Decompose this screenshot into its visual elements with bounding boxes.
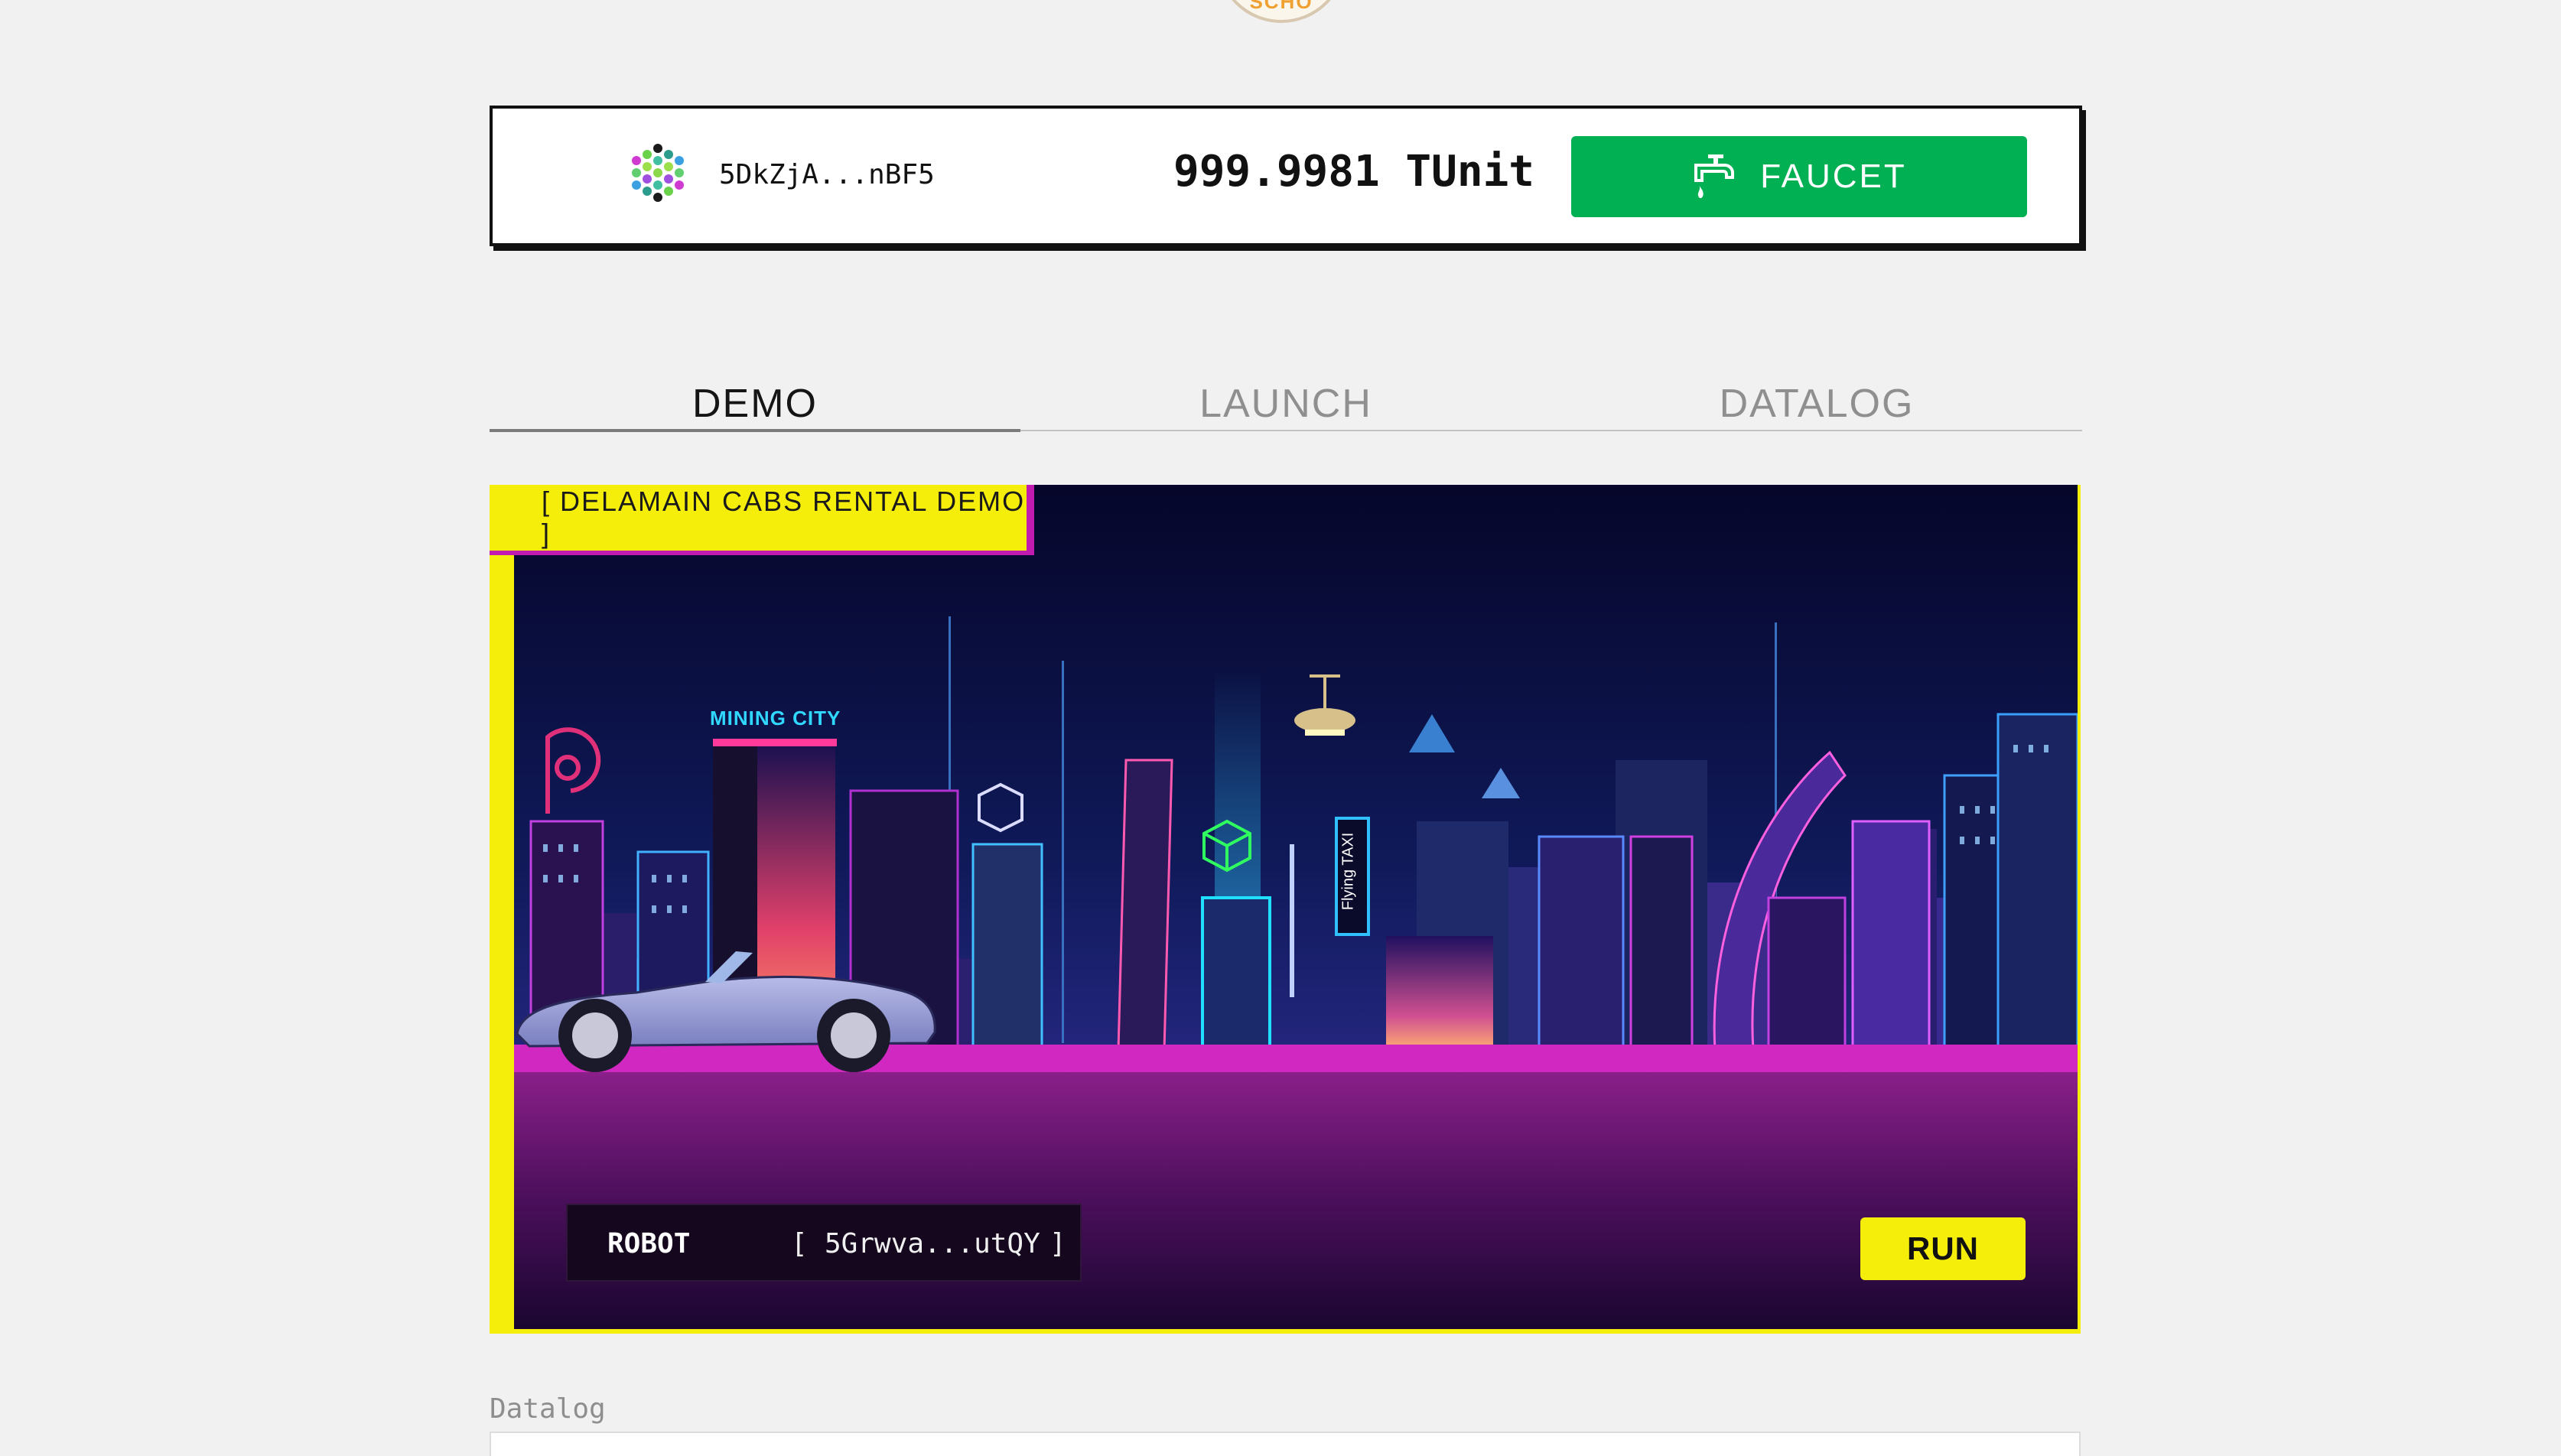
identicon-avatar <box>625 140 691 206</box>
city-illustration <box>514 485 2078 1329</box>
flying-taxi-sign: Flying TAXI <box>1339 832 1357 911</box>
robot-label: ROBOT <box>607 1228 691 1259</box>
faucet-icon <box>1694 154 1735 199</box>
account-balance: 999.9981 TUnit <box>1173 147 1534 197</box>
account-bar: 5DkZjA...nBF5 999.9981 TUnit FAUCET <box>490 106 2082 246</box>
mining-city-sign: MINING CITY <box>710 707 841 730</box>
tab-active-indicator <box>490 429 1020 432</box>
datalog-label: Datalog <box>490 1393 606 1425</box>
tab-launch[interactable]: LAUNCH <box>1020 373 1551 431</box>
logo-text: SCHO <box>1249 0 1313 13</box>
run-button[interactable]: RUN <box>1860 1217 2026 1280</box>
robot-address[interactable]: 5Grwva...utQY <box>825 1228 1040 1259</box>
tab-demo[interactable]: DEMO <box>490 373 1020 431</box>
datalog-textarea[interactable] <box>490 1432 2081 1456</box>
page: SCHO 5DkZjA...nBF5 999.9981 TUnit FAUCET… <box>0 0 2561 1456</box>
tab-datalog[interactable]: DATALOG <box>1551 373 2082 431</box>
robot-bracket-close: ] <box>1049 1228 1066 1259</box>
tab-bar: DEMO LAUNCH DATALOG <box>490 373 2082 432</box>
robot-panel: ROBOT [ 5Grwva...utQY ] <box>566 1204 1082 1282</box>
school-logo: SCHO <box>1216 0 1346 23</box>
demo-title: [ DELAMAIN CABS RENTAL DEMO ] <box>490 485 1034 555</box>
faucet-button[interactable]: FAUCET <box>1571 136 2027 217</box>
city-scene: MINING CITY Flying TAXI <box>514 485 2078 1329</box>
account-address[interactable]: 5DkZjA...nBF5 <box>719 159 935 190</box>
faucet-label: FAUCET <box>1760 158 1907 195</box>
robot-bracket-open: [ <box>791 1228 808 1259</box>
